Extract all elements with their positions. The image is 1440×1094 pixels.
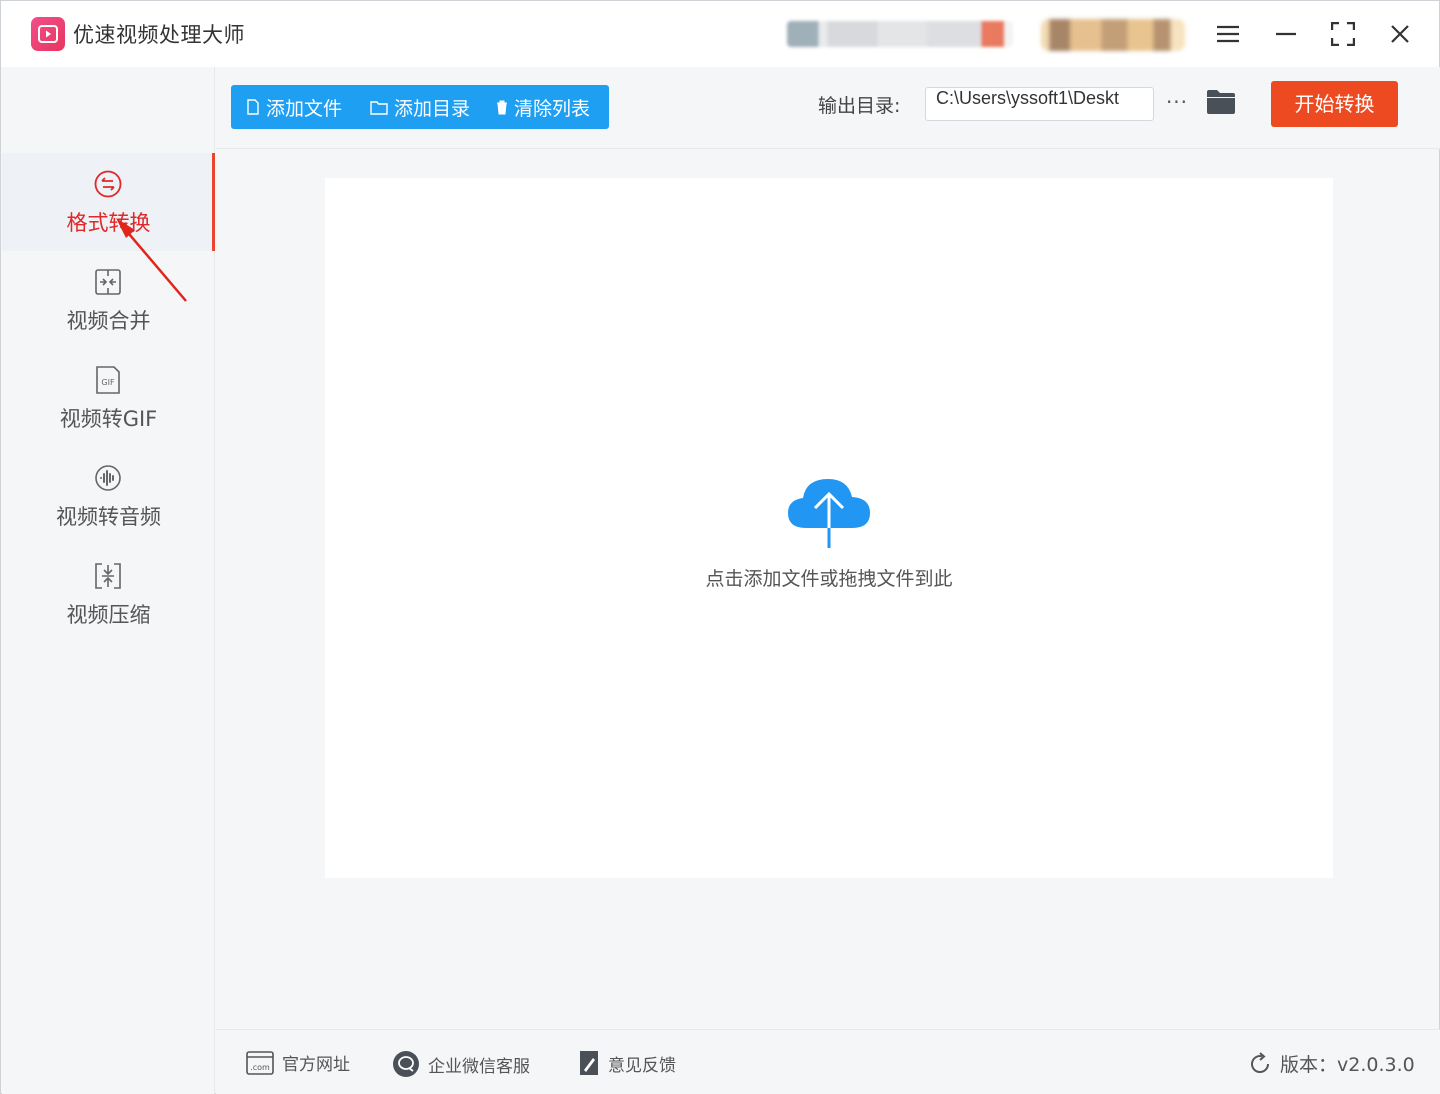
svg-text:.com: .com [250,1063,270,1072]
folder-icon [370,100,388,115]
maximize-icon[interactable] [1326,17,1360,51]
convert-icon [94,170,122,198]
output-dir-field[interactable]: C:\Users\yssoft1\Deskt [925,87,1154,121]
sidebar-item-label: 视频转音频 [56,505,161,529]
feedback-icon [578,1050,600,1076]
wechat-support-link[interactable]: 企业微信客服 [392,1050,530,1078]
trash-icon [496,100,508,115]
feedback-label: 意见反馈 [608,1055,676,1076]
version-label: 版本：v2.0.3.0 [1280,1054,1415,1076]
refresh-icon [1248,1051,1272,1076]
add-directory-label: 添加目录 [394,97,471,120]
audio-icon [95,465,121,491]
blurred-avatar [1041,19,1185,51]
blurred-account-info [787,21,1013,47]
sidebar-item-label: 视频合并 [66,309,151,333]
output-dir-label: 输出目录: [818,95,901,117]
sidebar-item-format-convert[interactable]: 格式转换 [2,153,215,251]
feedback-link[interactable]: 意见反馈 [578,1050,676,1076]
official-website-label: 官方网址 [282,1055,350,1075]
sidebar-item-label: 视频压缩 [66,603,151,627]
title-bar: 优速视频处理大师 [1,1,1439,67]
sidebar-item-video-compress[interactable]: 视频压缩 [2,545,215,643]
app-title: 优速视频处理大师 [73,23,245,47]
sidebar-item-label: 视频转GIF [59,407,158,431]
close-icon[interactable] [1383,17,1417,51]
file-button-group: 添加文件 添加目录 清除列表 [231,85,609,129]
gif-file-icon: GIF [96,366,120,394]
compress-icon [95,563,121,589]
merge-icon [95,269,121,295]
wechat-support-label: 企业微信客服 [428,1056,530,1077]
add-file-label: 添加文件 [266,97,343,120]
drop-hint-text: 点击添加文件或拖拽文件到此 [705,568,953,590]
version-info[interactable]: 版本：v2.0.3.0 [1248,1050,1415,1077]
clear-list-button[interactable]: 清除列表 [481,85,609,129]
minimize-icon[interactable] [1269,17,1303,51]
add-directory-button[interactable]: 添加目录 [355,85,481,129]
start-convert-button[interactable]: 开始转换 [1271,81,1398,127]
file-icon [246,99,260,115]
svg-text:GIF: GIF [101,378,115,387]
sidebar: 格式转换 视频合并 GIF 视频转GIF 视频转音频 视频压缩 [2,67,215,1094]
open-folder-icon[interactable] [1206,89,1236,117]
more-options-button[interactable]: ··· [1164,87,1190,121]
cloud-upload-icon [788,479,870,548]
app-window: 优速视频处理大师 格式转换 视频合并 GIF 视频转GIF 视频转音频 视频压缩… [0,0,1440,1094]
sidebar-item-video-to-gif[interactable]: GIF 视频转GIF [2,349,215,447]
sidebar-item-video-to-audio[interactable]: 视频转音频 [2,447,215,545]
video-play-icon [31,17,65,51]
menu-icon[interactable] [1211,17,1245,51]
website-icon: .com [246,1050,274,1075]
official-website-link[interactable]: .com 官方网址 [246,1050,350,1075]
chat-support-icon [392,1050,420,1078]
toolbar: 添加文件 添加目录 清除列表 输出目录: C:\Users\yssoft1\De… [216,67,1440,149]
clear-list-label: 清除列表 [514,97,591,120]
add-file-button[interactable]: 添加文件 [231,85,355,129]
file-drop-zone[interactable]: 点击添加文件或拖拽文件到此 [325,178,1333,878]
footer-bar: .com 官方网址 企业微信客服 意见反馈 版本：v2.0.3.0 [216,1029,1440,1094]
sidebar-item-video-merge[interactable]: 视频合并 [2,251,215,349]
sidebar-item-label: 格式转换 [66,211,151,235]
